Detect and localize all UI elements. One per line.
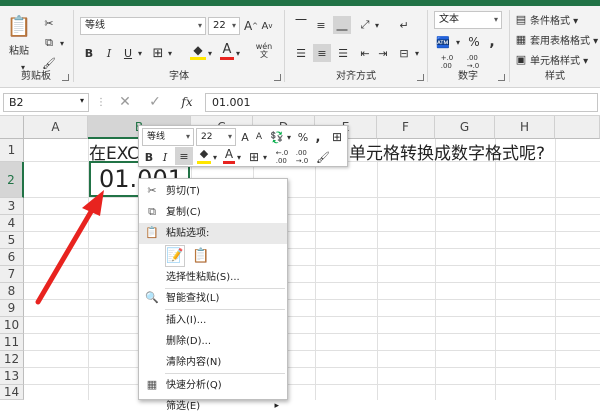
annotation-arrow [35, 190, 104, 305]
arrow-head-icon [82, 190, 104, 216]
arrow-shaft [35, 207, 95, 305]
